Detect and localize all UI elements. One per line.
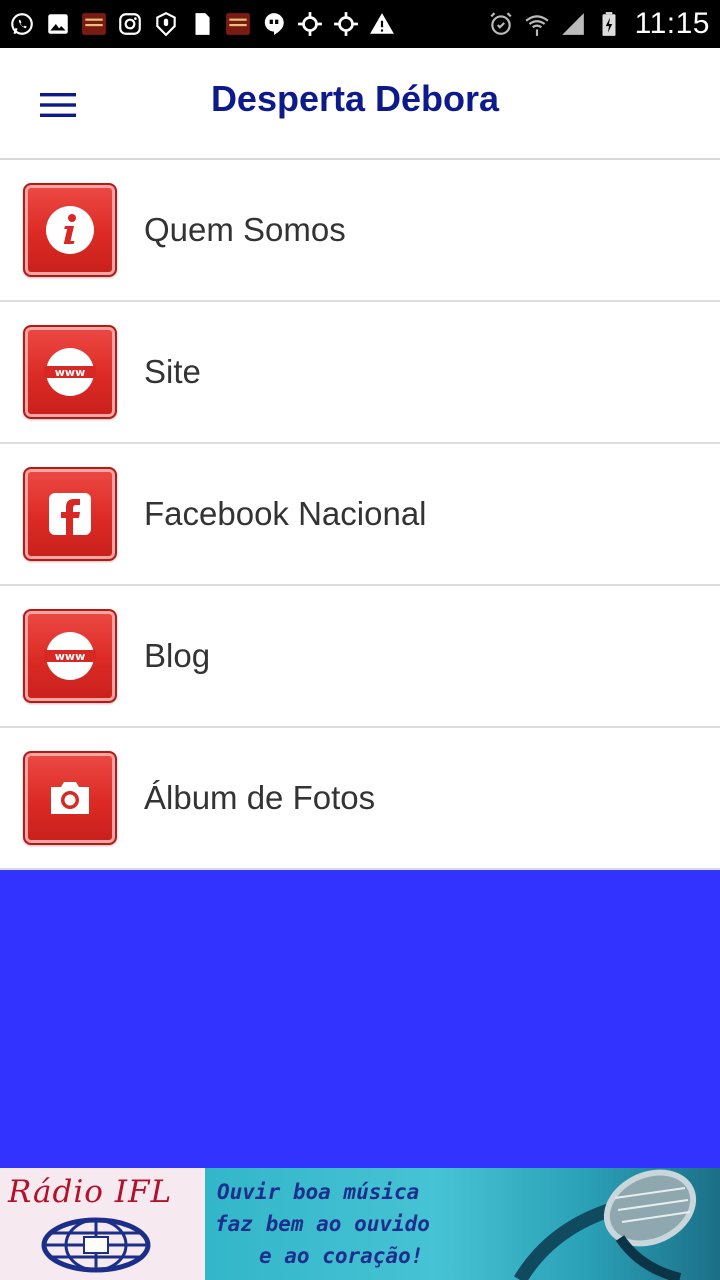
alarm-icon: [487, 10, 515, 38]
menu-item-site[interactable]: www Site: [0, 302, 720, 444]
menu-item-label: Quem Somos: [144, 211, 346, 248]
app-thumbnail-icon: [80, 10, 108, 38]
whatsapp-icon: [8, 10, 36, 38]
sim-card-icon: [188, 10, 216, 38]
camera-icon: [23, 751, 117, 845]
menu-item-label: Blog: [144, 637, 211, 674]
notification-icons: [8, 10, 396, 38]
wifi-icon: [523, 10, 551, 38]
signal-icon: [559, 10, 587, 38]
app-bar: Desperta Débora: [0, 48, 720, 160]
facebook-icon: [23, 467, 117, 561]
www-icon: www: [23, 325, 117, 419]
hangouts-icon: [260, 10, 288, 38]
location-icon: [332, 10, 360, 38]
menu-item-blog[interactable]: www Blog: [0, 586, 720, 728]
menu-item-label: Álbum de Fotos: [144, 779, 376, 816]
instagram-icon: [116, 10, 144, 38]
svg-text:www: www: [55, 650, 86, 663]
info-icon: [23, 183, 117, 277]
svg-text:www: www: [55, 366, 86, 379]
banner-brand-panel: Rádio IFL: [0, 1168, 205, 1280]
system-icons: 11:15: [487, 7, 710, 41]
clock: 11:15: [634, 7, 710, 40]
microphone-icon: [513, 1169, 697, 1280]
banner-slogan-panel: Ouvir boa música faz bem ao ouvido e ao …: [205, 1168, 720, 1280]
menu-item-label: Site: [144, 353, 201, 390]
ad-banner[interactable]: Rádio IFL Ouvir boa música faz bem ao ou…: [0, 1168, 720, 1280]
menu-item-label: Facebook Nacional: [144, 495, 427, 532]
image-icon: [44, 10, 72, 38]
status-bar: 11:15: [0, 0, 720, 48]
menu-list: Quem Somos www Site Facebook Nacional ww…: [0, 160, 720, 870]
location-icon: [296, 10, 324, 38]
radio-globe-logo: [41, 1217, 151, 1273]
menu-item-facebook-nacional[interactable]: Facebook Nacional: [0, 444, 720, 586]
battery-charging-icon: [595, 10, 623, 38]
content-area: [0, 870, 720, 1168]
warning-icon: [368, 10, 396, 38]
app-thumbnail-icon: [224, 10, 252, 38]
menu-item-album-de-fotos[interactable]: Álbum de Fotos: [0, 728, 720, 870]
banner-brand: Rádio IFL: [8, 1174, 173, 1210]
menu-item-quem-somos[interactable]: Quem Somos: [0, 160, 720, 302]
podcast-icon: [152, 10, 180, 38]
page-title: Desperta Débora: [210, 78, 500, 119]
www-icon: www: [23, 609, 117, 703]
